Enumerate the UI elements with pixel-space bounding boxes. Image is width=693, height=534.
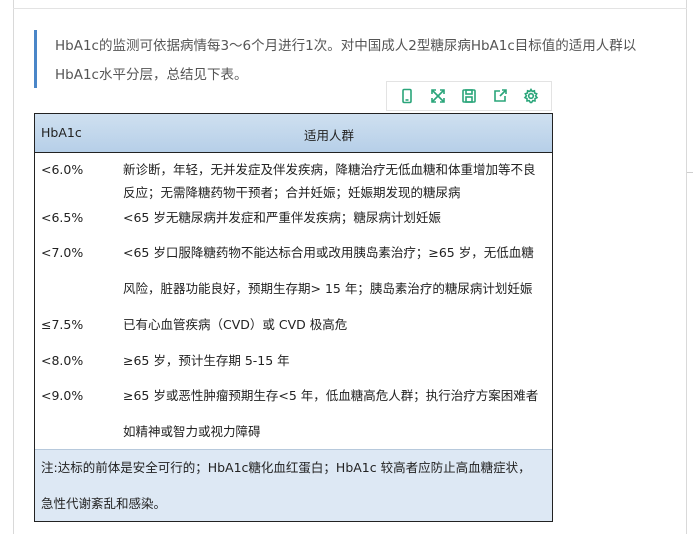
page-frame-right	[686, 0, 687, 534]
row-level: <6.5%	[41, 210, 84, 225]
row-level: <9.0%	[41, 388, 84, 403]
row-level: ≤7.5%	[41, 317, 84, 332]
table-header-row: HbA1c 适用人群	[35, 114, 552, 153]
row-level: <8.0%	[41, 353, 84, 368]
row-description: <65 岁口服降糖药物不能达标合用或改用胰岛素治疗；≥65 岁，无低血糖 风险，…	[123, 235, 543, 307]
hba1c-table: HbA1c 适用人群 <6.0% 新诊断，年轻，无并发症及伴发疾病，降糖治疗无低…	[34, 113, 553, 522]
row-description: 已有心血管疾病（CVD）或 CVD 极高危	[123, 307, 543, 343]
header-hba1c: HbA1c	[41, 125, 82, 140]
page-frame-top	[13, 8, 687, 9]
expand-icon[interactable]	[427, 85, 449, 107]
row-line: 已有心血管疾病（CVD）或 CVD 极高危	[123, 317, 348, 332]
intro-blockquote: HbA1c的监测可依据病情每3～6个月进行1次。对中国成人2型糖尿病HbA1c目…	[34, 30, 674, 88]
scroll-marker	[687, 172, 693, 173]
phone-icon[interactable]	[396, 85, 418, 107]
row-line: 新诊断，年轻，无并发症及伴发疾病，降糖治疗无低血糖和体重增加等不良	[123, 162, 536, 177]
row-line: 如精神或智力或视力障碍	[123, 424, 261, 439]
row-description: ≥65 岁或恶性肿瘤预期生存<5 年，低血糖高危人群；执行治疗方案困难者 如精神…	[123, 378, 543, 450]
floating-toolbar	[386, 81, 552, 111]
save-icon[interactable]	[458, 85, 480, 107]
row-line: 风险，脏器功能良好，预期生存期> 15 年；胰岛素治疗的糖尿病计划妊娠	[123, 281, 533, 296]
page-frame-left	[13, 0, 14, 534]
row-description: <65 岁无糖尿病并发症和严重伴发疾病；糖尿病计划妊娠	[123, 206, 543, 229]
intro-text: HbA1c的监测可依据病情每3～6个月进行1次。对中国成人2型糖尿病HbA1c目…	[55, 38, 637, 83]
share-icon[interactable]	[489, 85, 511, 107]
row-description: ≥65 岁，预计生存期 5-15 年	[123, 343, 543, 379]
footnote-line: 注:达标的前体是安全可行的；HbA1c糖化血红蛋白；HbA1c 较高者应防止高血…	[41, 460, 531, 475]
row-line: ≥65 岁，预计生存期 5-15 年	[123, 353, 290, 368]
row-line: <65 岁无糖尿病并发症和严重伴发疾病；糖尿病计划妊娠	[123, 210, 441, 225]
row-level: <7.0%	[41, 245, 84, 260]
row-description: 新诊断，年轻，无并发症及伴发疾病，降糖治疗无低血糖和体重增加等不良 反应；无需降…	[123, 158, 543, 204]
table-footnote: 注:达标的前体是安全可行的；HbA1c糖化血红蛋白；HbA1c 较高者应防止高血…	[35, 449, 552, 521]
footnote-line: 急性代谢紊乱和感染。	[41, 496, 167, 511]
row-line: 反应；无需降糖药物干预者；合并妊娠；妊娠期发现的糖尿病	[123, 185, 461, 200]
settings-icon[interactable]	[520, 85, 542, 107]
row-level: <6.0%	[41, 162, 84, 177]
header-population: 适用人群	[303, 128, 354, 143]
row-line: ≥65 岁或恶性肿瘤预期生存<5 年，低血糖高危人群；执行治疗方案困难者	[123, 388, 539, 403]
row-line: <65 岁口服降糖药物不能达标合用或改用胰岛素治疗；≥65 岁，无低血糖	[123, 245, 534, 260]
